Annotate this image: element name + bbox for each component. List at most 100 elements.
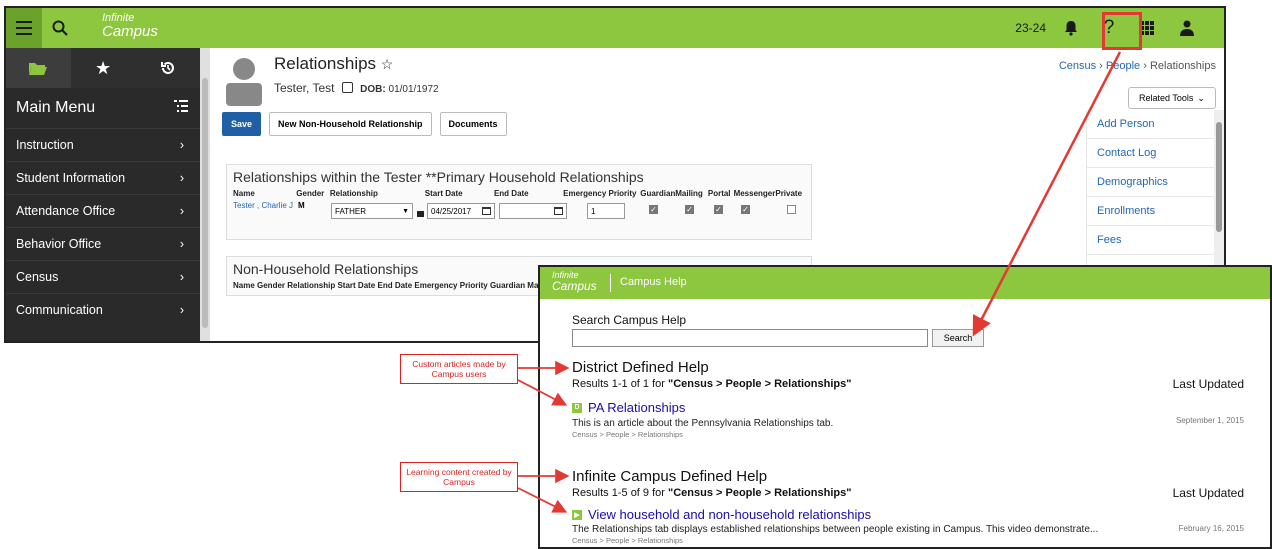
star-outline-icon[interactable]: ☆ — [381, 56, 394, 72]
col-end-date: End Date — [493, 188, 529, 198]
contact-card-icon[interactable] — [341, 82, 353, 93]
search-icon[interactable] — [42, 8, 78, 48]
sidebar-item-communication[interactable]: Communication › — [6, 293, 200, 326]
new-non-household-relationship-button[interactable]: New Non-Household Relationship — [269, 112, 432, 136]
sidebar: ★ Main Menu Instruction › Student Informa… — [6, 48, 200, 341]
avatar — [226, 56, 262, 106]
help-icon-highlight — [1102, 12, 1142, 50]
custom-articles-callout: Custom articles made by Campus users — [400, 354, 518, 384]
breadcrumb: Census › People › Relationships — [1058, 60, 1216, 72]
mailing-checkbox[interactable]: ✓ — [685, 205, 694, 214]
article-title[interactable]: View household and non-household relatio… — [588, 507, 871, 522]
results-query: "Census > People > Relationships" — [668, 378, 852, 390]
article-pa-relationships[interactable]: D PA Relationships — [572, 400, 685, 415]
sidebar-tabs: ★ — [6, 48, 200, 88]
breadcrumb-census[interactable]: Census — [1059, 60, 1096, 72]
col-relationship: Relationship — [329, 188, 378, 198]
messenger-checkbox[interactable]: ✓ — [741, 205, 750, 214]
breadcrumb-current: Relationships — [1149, 60, 1216, 72]
district-article-icon: D — [572, 402, 582, 413]
related-item-add-person[interactable]: Add Person — [1087, 110, 1214, 139]
calendar-icon[interactable] — [554, 207, 563, 215]
comment-icon[interactable] — [417, 211, 424, 217]
help-title: Campus Help — [620, 276, 687, 288]
household-columns: Name Gender Relationship Start Date End … — [227, 187, 811, 199]
article-title[interactable]: PA Relationships — [588, 400, 685, 415]
article-description: The Relationships tab displays establish… — [572, 524, 1099, 535]
folder-icon[interactable] — [6, 48, 71, 88]
chevron-right-icon: › — [179, 270, 184, 284]
chevron-right-icon: › — [179, 138, 184, 152]
dob-value: 01/01/1972 — [388, 84, 439, 95]
district-results: Results 1-1 of 1 for "Census > People > … — [572, 378, 851, 390]
emergency-priority-input[interactable]: 1 — [587, 203, 625, 219]
user-icon[interactable] — [1168, 8, 1206, 48]
documents-button[interactable]: Documents — [439, 112, 507, 136]
video-play-icon: ▶ — [572, 509, 582, 520]
sidebar-item-student-information[interactable]: Student Information › — [6, 161, 200, 194]
campus-results: Results 1-5 of 9 for "Census > People > … — [572, 487, 851, 499]
main-menu-header: Main Menu — [6, 88, 200, 128]
related-item-enrollments[interactable]: Enrollments — [1087, 197, 1214, 226]
breadcrumb-people[interactable]: People — [1106, 60, 1140, 72]
related-tools-label: Related Tools — [1139, 93, 1194, 103]
relationship-value: FATHER — [335, 206, 366, 216]
logo-bottom: Campus — [102, 23, 158, 40]
related-tools-dropdown[interactable]: Related Tools ⌄ — [1128, 87, 1216, 109]
scrollbar-thumb[interactable] — [1216, 122, 1222, 232]
col-emergency-priority: Emergency Priority — [563, 188, 637, 198]
district-help-heading: District Defined Help — [572, 359, 709, 376]
save-button[interactable]: Save — [222, 112, 262, 136]
household-title: Relationships within the Tester **Primar… — [233, 169, 644, 185]
help-search-input[interactable] — [572, 329, 928, 347]
related-item-fees[interactable]: Fees — [1087, 226, 1214, 255]
school-year[interactable]: 23-24 — [1015, 21, 1046, 35]
main-menu-title: Main Menu — [16, 99, 96, 116]
portal-checkbox[interactable]: ✓ — [714, 205, 723, 214]
col-guardian: Guardian — [640, 188, 676, 198]
sidebar-scrollbar[interactable] — [200, 48, 210, 341]
header-divider — [610, 274, 611, 292]
col-portal: Portal — [707, 188, 731, 198]
menu-tree-icon[interactable] — [174, 99, 188, 117]
article-description: This is an article about the Pennsylvani… — [572, 418, 834, 429]
sidebar-item-behavior-office[interactable]: Behavior Office › — [6, 227, 200, 260]
action-buttons: Save New Non-Household Relationship Docu… — [222, 112, 507, 136]
help-logo: Infinite Campus — [552, 270, 597, 292]
calendar-icon[interactable] — [482, 207, 491, 215]
sidebar-item-label: Instruction — [16, 138, 74, 152]
sidebar-item-instruction[interactable]: Instruction › — [6, 128, 200, 161]
hamburger-menu-icon[interactable] — [6, 8, 42, 48]
chevron-right-icon: › — [179, 237, 184, 251]
start-date-value: 04/25/2017 — [431, 206, 472, 216]
col-name: Name — [233, 188, 255, 198]
campus-help-heading: Infinite Campus Defined Help — [572, 468, 768, 485]
district-last-updated: Last Updated — [1172, 377, 1244, 391]
bell-icon[interactable] — [1052, 8, 1090, 48]
person-info: Tester, Test DOB: 01/01/1972 — [274, 81, 439, 95]
related-item-demographics[interactable]: Demographics — [1087, 168, 1214, 197]
results-prefix: Results 1-5 of 9 for — [572, 487, 668, 499]
guardian-checkbox[interactable]: ✓ — [649, 205, 658, 214]
col-private: Private — [775, 188, 803, 198]
help-search-button[interactable]: Search — [932, 329, 984, 347]
sidebar-item-label: Attendance Office — [16, 204, 116, 218]
scrollbar-thumb[interactable] — [202, 78, 208, 328]
sidebar-item-attendance-office[interactable]: Attendance Office › — [6, 194, 200, 227]
start-date-input[interactable]: 04/25/2017 — [427, 203, 495, 219]
article-view-relationships[interactable]: ▶ View household and non-household relat… — [572, 507, 871, 522]
help-logo-bottom: Campus — [552, 279, 597, 293]
relationship-person-link[interactable]: Tester , Charlie J — [233, 201, 293, 210]
person-name: Tester, Test — [274, 81, 335, 95]
relationship-select[interactable]: FATHER ▼ — [331, 203, 413, 219]
related-item-contact-log[interactable]: Contact Log — [1087, 139, 1214, 168]
campus-help-window: Infinite Campus Campus Help Search Campu… — [538, 265, 1272, 549]
private-checkbox[interactable] — [787, 205, 796, 214]
end-date-input[interactable] — [499, 203, 567, 219]
history-icon[interactable] — [135, 48, 200, 88]
help-search-label: Search Campus Help — [572, 313, 687, 327]
col-messenger: Messenger — [733, 188, 776, 198]
star-icon[interactable]: ★ — [71, 48, 136, 88]
col-mailing: Mailing — [675, 188, 703, 198]
sidebar-item-census[interactable]: Census › — [6, 260, 200, 293]
